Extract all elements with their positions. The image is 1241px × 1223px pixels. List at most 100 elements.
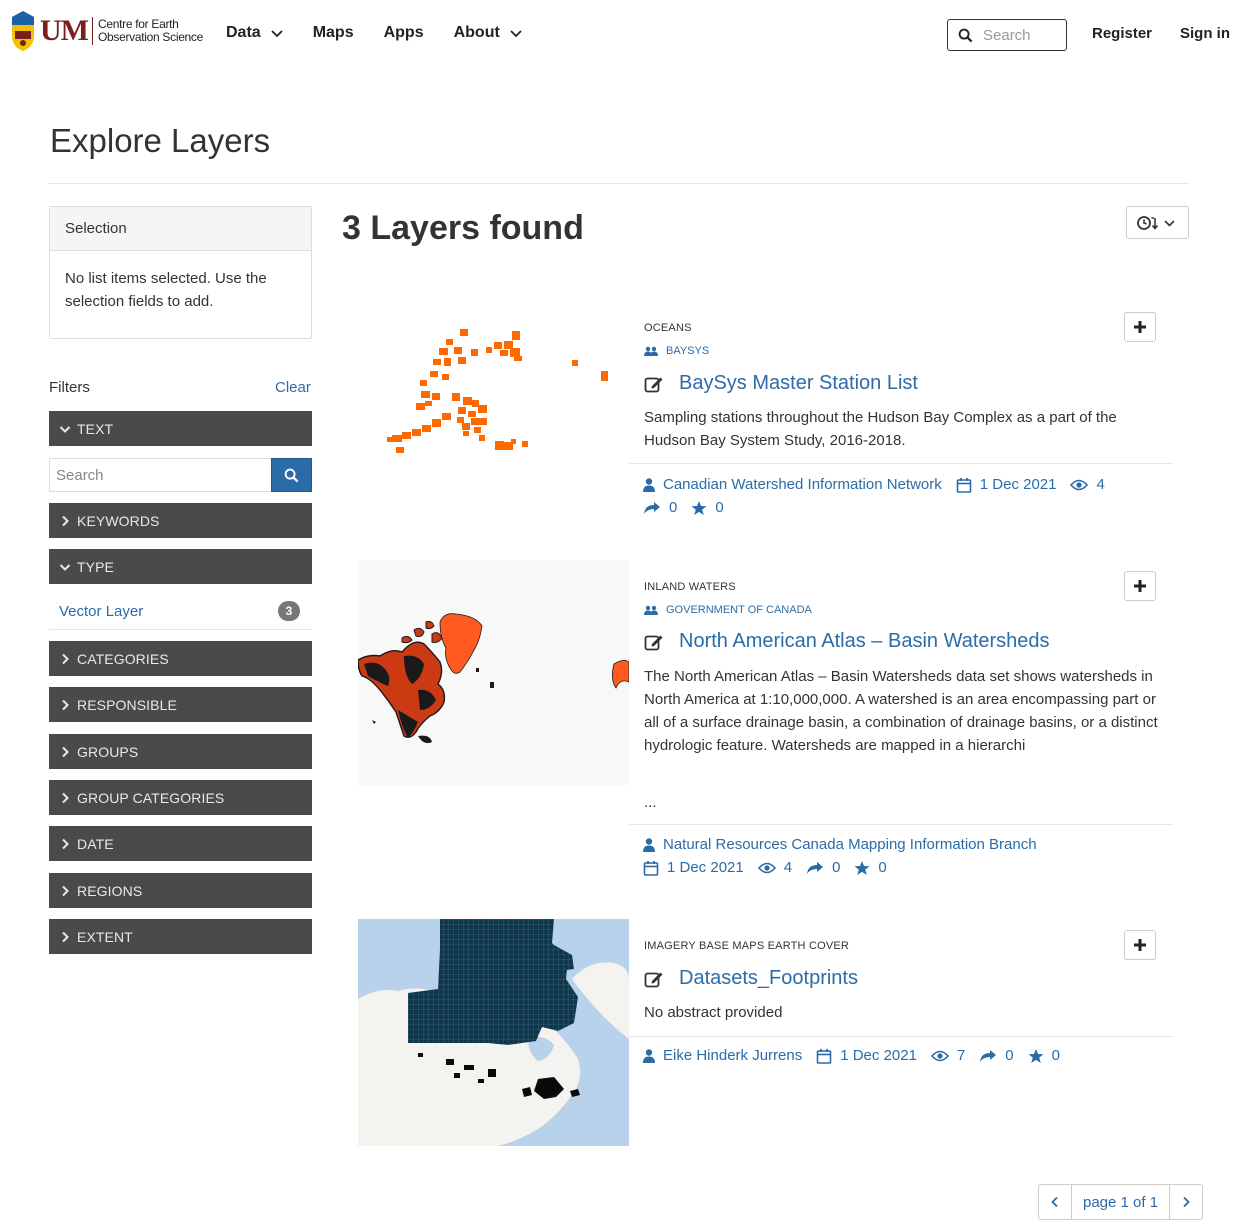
nav-about[interactable]: About (454, 24, 522, 42)
chevron-left-icon (1051, 1196, 1058, 1208)
facet-date-label: DATE (77, 835, 114, 852)
layer-title-text: Datasets_Footprints (679, 967, 858, 989)
university-shield-icon (12, 11, 34, 51)
layer-category[interactable]: IMAGERY BASE MAPS EARTH COVER (644, 940, 849, 952)
layer-abstract: Sampling stations throughout the Hudson … (644, 409, 1117, 449)
search-icon[interactable] (958, 28, 973, 43)
calendar-icon (643, 860, 659, 876)
layer-views: 7 (930, 1044, 965, 1067)
layer-date-text: 1 Dec 2021 (840, 1047, 917, 1064)
add-to-selection-button[interactable] (1124, 930, 1156, 960)
facet-date[interactable]: DATE (49, 826, 312, 861)
layer-card: INLAND WATERS GOVERNMENT OF CANADA North… (358, 560, 1173, 880)
sign-in-link[interactable]: Sign in (1180, 25, 1230, 42)
nav-maps[interactable]: Maps (313, 24, 354, 42)
layer-title-text: North American Atlas – Basin Watersheds (679, 630, 1050, 652)
layer-thumbnail[interactable] (358, 301, 629, 528)
layer-rating: 0 (1028, 1044, 1060, 1067)
chevron-right-icon (62, 885, 69, 896)
eye-icon (757, 862, 776, 873)
card-meta-divider (629, 824, 1173, 825)
layer-thumbnail[interactable] (358, 919, 629, 1146)
selection-empty-text: No list items selected. Use the selectio… (65, 270, 267, 310)
layer-title-text: BaySys Master Station List (679, 372, 918, 394)
layer-shares: 0 (643, 496, 677, 519)
logo-um-text: UM (40, 14, 89, 47)
type-filter-vector-layer[interactable]: Vector Layer 3 (49, 595, 312, 630)
layer-meta: Natural Resources Canada Mapping Informa… (643, 833, 1113, 879)
layer-owner[interactable]: Eike Hinderk Jurrens (643, 1044, 802, 1067)
selection-panel: Selection No list items selected. Use th… (49, 206, 312, 339)
chevron-right-icon (62, 746, 69, 757)
share-icon (644, 501, 660, 514)
add-to-selection-button[interactable] (1124, 571, 1156, 601)
chevron-right-icon (62, 699, 69, 710)
nav-data[interactable]: Data (226, 24, 283, 42)
clear-filters-link[interactable]: Clear (275, 379, 311, 396)
plus-icon (1134, 939, 1146, 951)
layer-shares: 0 (806, 856, 840, 879)
register-link[interactable]: Register (1092, 25, 1152, 42)
facet-group-categories[interactable]: GROUP CATEGORIES (49, 780, 312, 815)
prev-page-button[interactable] (1039, 1185, 1071, 1219)
star-icon (691, 500, 707, 515)
facet-extent[interactable]: EXTENT (49, 919, 312, 954)
facet-keywords[interactable]: KEYWORDS (49, 503, 312, 538)
layer-title-link[interactable]: BaySys Master Station List (644, 372, 918, 395)
site-logo[interactable]: UM Centre for Earth Observation Science (10, 9, 203, 53)
search-icon (284, 468, 299, 482)
next-page-button[interactable] (1170, 1185, 1202, 1219)
facet-regions[interactable]: REGIONS (49, 873, 312, 908)
layer-date: 1 Dec 2021 (816, 1044, 917, 1067)
star-icon (854, 860, 870, 875)
page-indicator: page 1 of 1 (1071, 1185, 1171, 1219)
chevron-right-icon (62, 515, 69, 526)
layer-group[interactable]: BAYSYS (644, 345, 709, 357)
sort-dropdown-button[interactable] (1126, 206, 1189, 239)
sort-recent-icon (1136, 215, 1175, 230)
facet-group-categories-label: GROUP CATEGORIES (77, 789, 225, 806)
calendar-icon (816, 1048, 832, 1064)
chevron-down-icon (510, 30, 522, 38)
layer-views-count: 4 (783, 859, 793, 876)
layer-title-link[interactable]: Datasets_Footprints (644, 967, 858, 990)
card-meta-divider (629, 1036, 1173, 1037)
users-icon (644, 346, 658, 356)
facet-categories[interactable]: CATEGORIES (49, 641, 312, 676)
layer-owner[interactable]: Natural Resources Canada Mapping Informa… (643, 833, 1099, 856)
header-search (947, 19, 1067, 51)
facet-text[interactable]: TEXT (49, 411, 312, 446)
layer-date: 1 Dec 2021 (956, 473, 1056, 496)
layer-owner[interactable]: Canadian Watershed Information Network (643, 473, 942, 496)
nav-apps[interactable]: Apps (384, 24, 424, 42)
facet-responsible[interactable]: RESPONSIBLE (49, 687, 312, 722)
type-filter-count-badge: 3 (278, 601, 300, 621)
layer-owner-name: Canadian Watershed Information Network (663, 476, 942, 493)
logo-divider (91, 17, 93, 45)
layer-views: 4 (757, 856, 793, 879)
header-search-input[interactable] (983, 26, 1063, 44)
text-filter-search-button[interactable] (271, 458, 312, 492)
filters-label: Filters (49, 379, 90, 396)
layer-title-link[interactable]: North American Atlas – Basin Watersheds (644, 630, 1050, 653)
layer-thumbnail[interactable] (358, 560, 629, 785)
watershed-map-thumbnail (358, 613, 629, 744)
layer-group-label: GOVERNMENT OF CANADA (666, 604, 812, 616)
layer-card-body: IMAGERY BASE MAPS EARTH COVER Datasets_F… (644, 919, 1159, 1146)
layer-group[interactable]: GOVERNMENT OF CANADA (644, 604, 812, 616)
add-to-selection-button[interactable] (1124, 312, 1156, 342)
layer-category[interactable]: INLAND WATERS (644, 581, 736, 593)
layer-abstract: No abstract provided (644, 1004, 783, 1021)
logo-caption: Centre for Earth Observation Science (98, 18, 203, 44)
facet-type[interactable]: TYPE (49, 549, 312, 584)
facet-groups[interactable]: GROUPS (49, 734, 312, 769)
page-title: Explore Layers (50, 122, 271, 159)
calendar-icon (956, 477, 972, 493)
layer-card: IMAGERY BASE MAPS EARTH COVER Datasets_F… (358, 919, 1173, 1146)
nav-about-label: About (453, 24, 500, 41)
layer-views: 4 (1070, 473, 1105, 496)
layer-category[interactable]: OCEANS (644, 322, 692, 334)
layer-abstract-ellipsis: ... (644, 794, 657, 811)
text-filter-input[interactable] (49, 458, 271, 492)
eye-icon (930, 1050, 949, 1061)
